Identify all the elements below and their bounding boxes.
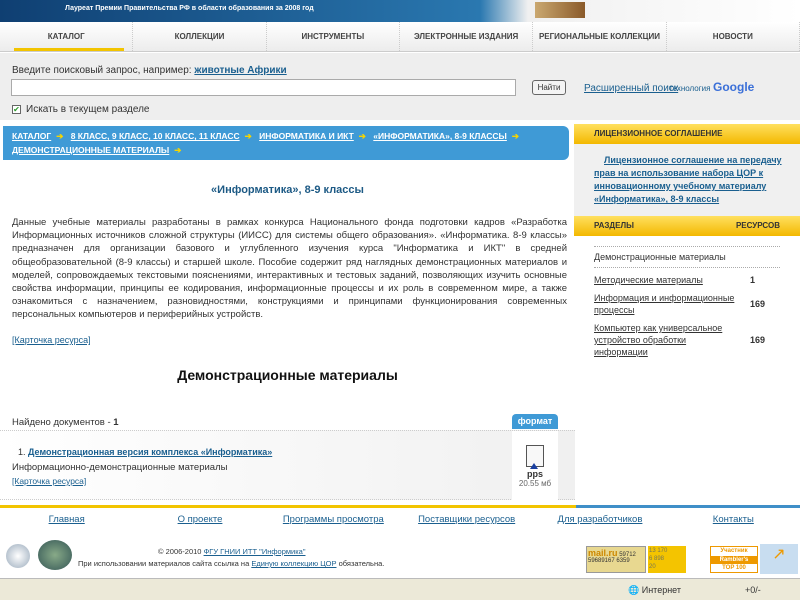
result-item: 1. Демонстрационная версия комплекса «Ин… <box>0 430 575 501</box>
nav-tools[interactable]: ИНСТРУМЕНТЫ <box>267 22 400 51</box>
found-count: Найдено документов - 1 <box>12 417 119 428</box>
arrow-icon: ➔ <box>511 131 520 141</box>
nav-collections[interactable]: КОЛЛЕКЦИИ <box>133 22 267 51</box>
org-link[interactable]: ФГУ ГНИИ ИТТ "Информика" <box>204 547 306 556</box>
nav-catalog[interactable]: КАТАЛОГ <box>0 22 134 51</box>
license-header: ЛИЦЕНЗИОННОЕ СОГЛАШЕНИЕ <box>574 124 800 144</box>
section-link[interactable]: Компьютер как универсальное устройство о… <box>594 322 739 358</box>
footer-divider <box>0 505 800 508</box>
footer: © 2006-2010 ФГУ ГНИИ ИТТ "Информика" При… <box>0 532 800 577</box>
google-logo: Google <box>713 80 755 94</box>
footer-developers[interactable]: Для разработчиков <box>533 510 666 530</box>
result-number: 1. <box>18 447 26 457</box>
rambler-counter[interactable]: Участник Rambler's TOP 100 <box>710 546 758 573</box>
sections-header: РАЗДЕЛЫ РЕСУРСОВ <box>574 216 800 236</box>
site-banner: Лауреат Премии Правительства РФ в област… <box>0 0 800 22</box>
nav-e-publications[interactable]: ЭЛЕКТРОННЫЕ ИЗДАНИЯ <box>400 22 534 51</box>
footer-home[interactable]: Главная <box>0 510 133 530</box>
footer-viewers[interactable]: Программы просмотра ресурсов <box>267 510 400 545</box>
result-card-link[interactable]: [Карточка ресурса] <box>12 476 86 486</box>
result-subtitle: Информационно-демонстрационные материалы <box>12 462 228 473</box>
search-hint: Введите поисковый запрос, например: <box>12 65 192 76</box>
breadcrumb-informatics-ict[interactable]: ИНФОРМАТИКА И ИКТ <box>259 131 354 141</box>
arrow-icon: ➔ <box>174 145 182 155</box>
search-example-link[interactable]: животные Африки <box>194 65 286 76</box>
arrow-icon: ➔ <box>244 131 252 141</box>
license-link[interactable]: Лицензионное соглашение на передачу прав… <box>594 155 782 204</box>
description: Данные учебные материалы разработаны в р… <box>12 217 567 321</box>
section-current: Демонстрационные материалы <box>594 246 780 268</box>
nav-regional-collections[interactable]: РЕГИОНАЛЬНЫЕ КОЛЛЕКЦИИ <box>533 22 667 51</box>
zoom-control[interactable]: +0/- <box>745 585 761 595</box>
copyright: © 2006-2010 <box>158 547 204 556</box>
result-title-link[interactable]: Демонстрационная версия комплекса «Инфор… <box>28 447 272 457</box>
scroll-up-icon[interactable]: ↗ <box>760 544 798 574</box>
page-title: «Информатика», 8-9 классы <box>211 184 364 196</box>
arrow-icon: ➔ <box>56 131 64 141</box>
tech-label: технология <box>669 84 711 93</box>
breadcrumb-grades[interactable]: 8 КЛАСС, 9 КЛАСС, 10 КЛАСС, 11 КЛАСС <box>71 131 240 141</box>
banner-image <box>535 2 585 18</box>
breadcrumb-catalog[interactable]: КАТАЛОГ <box>12 131 51 141</box>
footer-links: Главная О проекте Программы просмотра ре… <box>0 510 800 545</box>
search-input[interactable] <box>11 79 516 96</box>
search-section-checkbox[interactable]: ✔ <box>12 105 21 114</box>
file-size: 20.55 мб <box>518 479 552 488</box>
search-panel: Введите поисковый запрос, например: живо… <box>0 53 800 120</box>
li-counter[interactable]: 13 170 6 898 20 <box>648 546 686 573</box>
arrow-icon: ➔ <box>358 131 366 141</box>
globe-icon: 🌐 <box>628 585 640 595</box>
banner-text: Лауреат Премии Правительства РФ в област… <box>65 5 314 12</box>
footer-providers[interactable]: Поставщики ресурсов <box>400 510 533 530</box>
mail-counter[interactable]: mail.ru 59712 59689167 6359 <box>586 546 646 573</box>
advanced-search-link[interactable]: Расширенный поиск <box>584 83 678 94</box>
format-header: формат <box>512 414 558 429</box>
section-link[interactable]: Методические материалы <box>594 274 739 286</box>
checkbox-label: Искать в текущем разделе <box>26 104 150 115</box>
collection-link[interactable]: Единую коллекцию ЦОР <box>251 559 336 568</box>
section-title: Демонстрационные материалы <box>177 367 398 383</box>
nav-news[interactable]: НОВОСТИ <box>667 22 800 51</box>
footer-contacts[interactable]: Контакты <box>667 510 800 530</box>
status-bar: 🌐 Интернет +0/- <box>0 578 800 600</box>
sidebar: ЛИЦЕНЗИОННОЕ СОГЛАШЕНИЕ Лицензионное сог… <box>574 124 800 386</box>
breadcrumb: КАТАЛОГ ➔ 8 КЛАСС, 9 КЛАСС, 10 КЛАСС, 11 … <box>3 126 569 160</box>
breadcrumb-informatics-8-9[interactable]: «ИНФОРМАТИКА», 8-9 КЛАССЫ <box>373 131 507 141</box>
section-link[interactable]: Информация и информационные процессы <box>594 292 739 316</box>
file-download[interactable]: pps 20.55 мб <box>512 431 558 501</box>
ministry-logo <box>38 540 72 570</box>
search-button[interactable]: Найти <box>532 80 566 95</box>
file-ext: pps <box>526 469 543 479</box>
pps-file-icon <box>526 445 544 469</box>
informika-logo <box>6 544 30 568</box>
main-nav: КАТАЛОГ КОЛЛЕКЦИИ ИНСТРУМЕНТЫ ЭЛЕКТРОННЫ… <box>0 22 800 52</box>
footer-about[interactable]: О проекте <box>133 510 266 530</box>
resource-card-link[interactable]: [Карточка ресурса] <box>12 335 91 345</box>
breadcrumb-demo-materials[interactable]: ДЕМОНСТРАЦИОННЫЕ МАТЕРИАЛЫ <box>12 145 169 155</box>
security-zone: Интернет <box>641 585 682 595</box>
